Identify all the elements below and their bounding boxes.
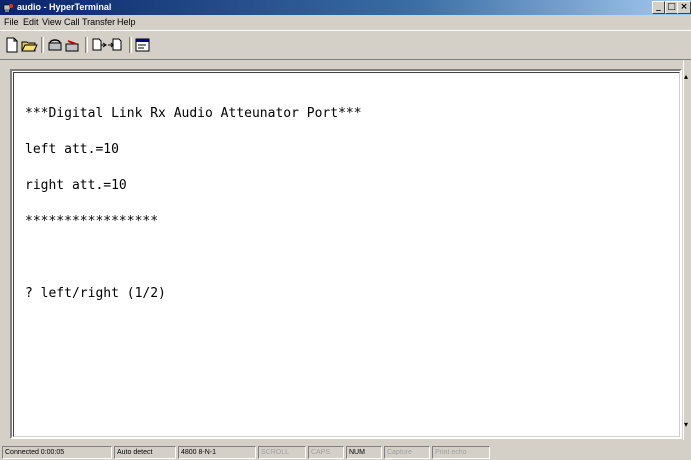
terminal-line: ***Digital Link Rx Audio Atteunator Port… xyxy=(25,106,362,121)
scroll-down-arrow-icon[interactable]: ▾ xyxy=(684,420,688,429)
status-num: NUM xyxy=(346,446,382,459)
title-bar[interactable]: audio - HyperTerminal _ □ × xyxy=(0,0,691,15)
status-auto-detect: Auto detect xyxy=(114,446,176,459)
vertical-scrollbar[interactable] xyxy=(683,60,691,440)
menu-bar: File Edit View Call Transfer Help xyxy=(0,15,691,29)
send-file-icon[interactable] xyxy=(90,36,108,54)
new-connection-icon[interactable] xyxy=(3,36,21,54)
terminal-screen[interactable]: ***Digital Link Rx Audio Atteunator Port… xyxy=(13,72,680,437)
toolbar xyxy=(0,30,691,60)
toolbar-separator xyxy=(41,37,44,53)
menu-view[interactable]: View xyxy=(42,16,61,28)
window-title: audio - HyperTerminal xyxy=(17,2,112,12)
minimize-button[interactable]: _ xyxy=(652,1,665,14)
status-connected-time: Connected 0:00:05 xyxy=(2,446,112,459)
status-scroll: SCROLL xyxy=(258,446,306,459)
properties-icon[interactable] xyxy=(134,36,152,54)
terminal-line: ? left/right (1/2) xyxy=(25,286,166,301)
menu-call[interactable]: Call xyxy=(64,16,80,28)
disconnect-icon[interactable] xyxy=(63,36,81,54)
receive-file-icon[interactable] xyxy=(107,36,125,54)
status-print-echo: Print echo xyxy=(432,446,490,459)
open-folder-icon[interactable] xyxy=(20,36,38,54)
status-capture: Capture xyxy=(384,446,430,459)
terminal-line: ***************** xyxy=(25,214,159,229)
terminal-frame: ***Digital Link Rx Audio Atteunator Port… xyxy=(10,69,682,439)
status-bar: Connected 0:00:05 Auto detect 4800 8-N-1… xyxy=(0,443,691,460)
menu-edit[interactable]: Edit xyxy=(23,16,39,28)
terminal-line: right att.=10 xyxy=(25,178,127,193)
scroll-up-arrow-icon[interactable]: ▴ xyxy=(684,72,688,81)
terminal-line: left att.=10 xyxy=(25,142,119,157)
menu-help[interactable]: Help xyxy=(117,16,136,28)
toolbar-separator xyxy=(129,37,132,53)
status-port-settings: 4800 8-N-1 xyxy=(178,446,256,459)
terminal-output: ***Digital Link Rx Audio Atteunator Port… xyxy=(25,84,362,324)
close-button[interactable]: × xyxy=(677,1,691,14)
status-caps: CAPS xyxy=(308,446,344,459)
menu-file[interactable]: File xyxy=(4,16,19,28)
menu-transfer[interactable]: Transfer xyxy=(82,16,115,28)
toolbar-separator xyxy=(85,37,88,53)
connect-icon[interactable] xyxy=(46,36,64,54)
hyperterminal-icon xyxy=(3,2,14,13)
